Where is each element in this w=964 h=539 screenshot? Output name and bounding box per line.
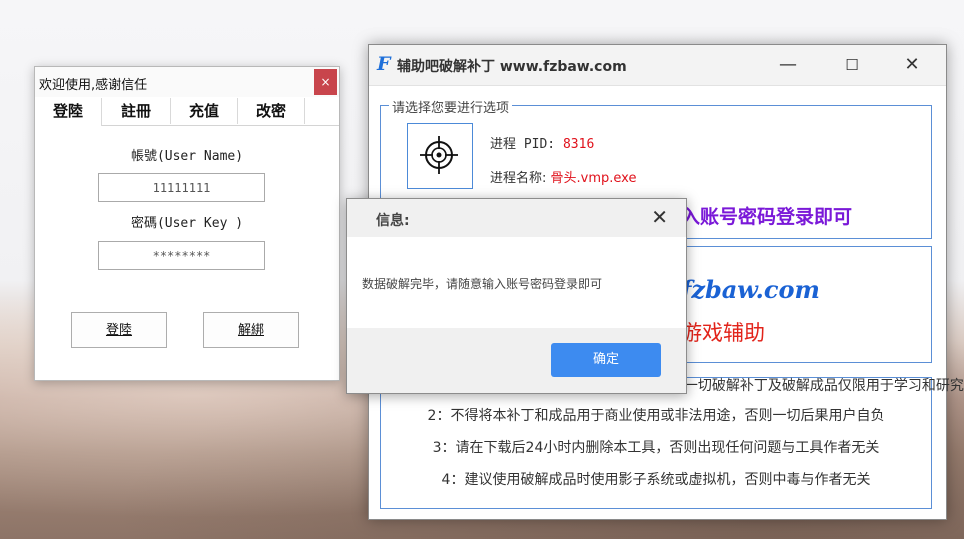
process-name: 进程名称: 骨头.vmp.exe — [490, 167, 636, 186]
pid-value: 8316 — [562, 137, 595, 152]
tab-login[interactable]: 登陸 — [35, 98, 102, 126]
tab-recharge[interactable]: 充值 — [171, 98, 238, 124]
notice-group: 1：破解补丁仅供学习交流，请勿用于商业用途，一切破解补丁及破解成品仅限用于学习和… — [380, 377, 964, 509]
process-name-label: 进程名称: — [490, 171, 547, 186]
password-input[interactable]: ******** — [98, 241, 265, 270]
login-tabs: 登陸 註冊 充值 改密 — [35, 98, 339, 126]
message-dialog: 信息: ✕ 数据破解完毕，请随意输入账号密码登录即可 确定 — [346, 198, 687, 394]
login-close-button[interactable]: × — [314, 69, 337, 95]
dialog-close-button[interactable]: ✕ — [651, 204, 668, 230]
login-window-title: 欢迎使用,感谢信任 — [39, 78, 148, 93]
dialog-body: 数据破解完毕，请随意输入账号密码登录即可 — [347, 237, 686, 328]
notice-line: 4：建议使用破解成品时使用影子系统或虚拟机，否则中毒与作者无关 — [441, 472, 871, 488]
notice-line: 3：请在下载后24小时内删除本工具，否则出现任何问题与工具作者无关 — [432, 440, 880, 456]
status-message: 入账号密码登录即可 — [681, 206, 853, 228]
close-button[interactable]: ✕ — [889, 45, 935, 85]
crosshair-icon — [420, 136, 458, 174]
dialog-title: 信息: — [376, 213, 410, 229]
pid-label: 进程 PID: — [490, 137, 556, 152]
dialog-titlebar[interactable]: 信息: ✕ — [347, 199, 686, 237]
dialog-message: 数据破解完毕，请随意输入账号密码登录即可 — [362, 277, 603, 291]
brand-subtitle: 游戏辅助 — [681, 321, 765, 345]
username-label: 帳號(User Name) — [130, 149, 244, 164]
password-label: 密碼(User Key ) — [130, 216, 244, 231]
group-legend: 请选择您要进行选项 — [389, 97, 513, 116]
patch-window-title: 辅助吧破解补丁 www.fzbaw.com — [397, 59, 627, 75]
process-picker[interactable] — [407, 123, 473, 189]
unbind-button[interactable]: 解綁 — [203, 312, 299, 348]
process-pid: 进程 PID: 8316 — [490, 133, 594, 152]
minimize-button[interactable]: — — [765, 45, 811, 85]
notice-line: 2：不得将本补丁和成品用于商业使用或非法用途，否则一切后果用户自负 — [427, 408, 885, 424]
ok-button[interactable]: 确定 — [551, 343, 661, 377]
process-name-value: 骨头.vmp.exe — [550, 171, 637, 186]
brand-url: fzbaw.com — [681, 275, 820, 304]
login-window: 欢迎使用,感谢信任 × 登陸 註冊 充值 改密 帳號(User Name) 11… — [34, 66, 340, 381]
login-button[interactable]: 登陸 — [71, 312, 167, 348]
maximize-button[interactable]: ☐ — [829, 45, 875, 85]
username-input[interactable]: 11111111 — [98, 173, 265, 202]
tab-register[interactable]: 註冊 — [102, 98, 171, 124]
tab-change-password[interactable]: 改密 — [238, 98, 305, 124]
login-window-titlebar[interactable]: 欢迎使用,感谢信任 × — [35, 67, 339, 97]
patch-window-titlebar[interactable]: F 辅助吧破解补丁 www.fzbaw.com — ☐ ✕ — [369, 45, 946, 86]
app-logo-icon: F — [377, 53, 391, 75]
